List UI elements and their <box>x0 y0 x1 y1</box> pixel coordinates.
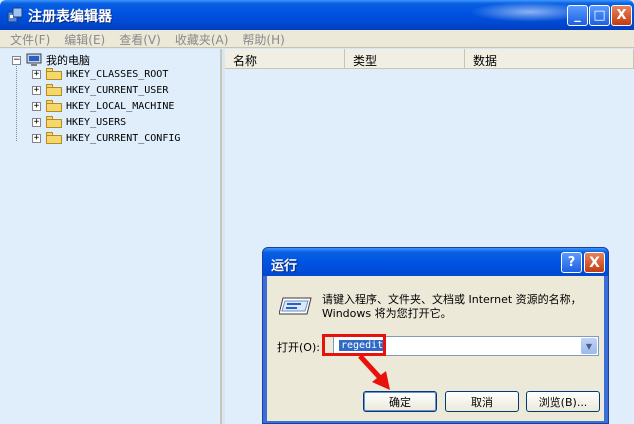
column-header-name[interactable]: 名称 <box>225 49 345 69</box>
maximize-button[interactable]: □ <box>589 5 610 26</box>
cancel-button[interactable]: 取消 <box>445 391 519 412</box>
annotation-arrow-icon <box>358 354 390 390</box>
run-dialog: 运行 ? X 请键入程序、文件夹、文档或 Internet 资源的名称，Wind… <box>262 247 609 424</box>
tree-item-label: HKEY_USERS <box>66 116 127 128</box>
expand-icon[interactable]: + <box>32 101 41 111</box>
run-description: 请键入程序、文件夹、文档或 Internet 资源的名称，Windows 将为您… <box>322 293 582 320</box>
tree-item-label: HKEY_CLASSES_ROOT <box>66 68 169 80</box>
expand-icon[interactable]: + <box>32 133 41 143</box>
dropdown-arrow-icon[interactable]: ▼ <box>581 338 597 354</box>
column-header-data[interactable]: 数据 <box>465 49 634 69</box>
folder-icon <box>46 132 62 144</box>
maximize-icon: □ <box>593 8 606 23</box>
tree-root-my-computer[interactable]: − 我的电脑 <box>12 52 90 68</box>
collapse-icon[interactable]: − <box>12 55 21 65</box>
close-icon: X <box>589 254 600 271</box>
expand-icon[interactable]: + <box>32 69 41 79</box>
menu-help[interactable]: 帮助(H) <box>232 30 284 47</box>
minimize-icon: _ <box>574 8 581 23</box>
menu-bar: 文件(F) 编辑(E) 查看(V) 收藏夹(A) 帮助(H) <box>0 30 634 48</box>
window-titlebar[interactable]: 注册表编辑器 _ □ X <box>0 0 634 30</box>
tree-connector <box>16 63 17 141</box>
folder-icon <box>46 84 62 96</box>
tree-item-hkey-users[interactable]: + HKEY_USERS <box>32 116 126 128</box>
computer-icon <box>26 53 42 66</box>
tree-root-label: 我的电脑 <box>46 54 90 67</box>
tree-item-hkey-current-config[interactable]: + HKEY_CURRENT_CONFIG <box>32 132 180 144</box>
tree-item-label: HKEY_LOCAL_MACHINE <box>66 100 175 112</box>
folder-icon <box>46 116 62 128</box>
run-close-button[interactable]: X <box>584 252 605 273</box>
run-dialog-title: 运行 <box>271 259 298 274</box>
tree-item-label: HKEY_CURRENT_USER <box>66 84 169 96</box>
minimize-button[interactable]: _ <box>567 5 588 26</box>
menu-favorites[interactable]: 收藏夹(A) <box>165 30 229 47</box>
run-program-icon <box>279 297 312 315</box>
expand-icon[interactable]: + <box>32 85 41 95</box>
menu-file[interactable]: 文件(F) <box>0 30 50 47</box>
tree-item-hkey-current-user[interactable]: + HKEY_CURRENT_USER <box>32 84 168 96</box>
close-button[interactable]: X <box>611 5 632 26</box>
tree-item-hkey-classes-root[interactable]: + HKEY_CLASSES_ROOT <box>32 68 168 80</box>
expand-icon[interactable]: + <box>32 117 41 127</box>
browse-button[interactable]: 浏览(B)... <box>526 391 600 412</box>
close-icon: X <box>616 8 627 23</box>
run-dialog-titlebar[interactable]: 运行 ? X <box>263 248 608 276</box>
open-label: 打开(O): <box>277 341 320 354</box>
column-header-type[interactable]: 类型 <box>345 49 465 69</box>
menu-view[interactable]: 查看(V) <box>109 30 161 47</box>
registry-editor-icon <box>7 7 23 23</box>
run-dialog-body: 请键入程序、文件夹、文档或 Internet 资源的名称，Windows 将为您… <box>267 276 604 421</box>
tree-item-label: HKEY_CURRENT_CONFIG <box>66 132 181 144</box>
window-title: 注册表编辑器 <box>28 9 112 25</box>
tree-pane[interactable]: − 我的电脑 + HKEY_CLASSES_ROOT + HKEY_CURREN… <box>0 49 222 424</box>
menu-edit[interactable]: 编辑(E) <box>54 30 105 47</box>
folder-icon <box>46 68 62 80</box>
help-icon: ? <box>567 255 576 270</box>
folder-icon <box>46 100 62 112</box>
tree-item-hkey-local-machine[interactable]: + HKEY_LOCAL_MACHINE <box>32 100 174 112</box>
help-button[interactable]: ? <box>561 252 582 273</box>
